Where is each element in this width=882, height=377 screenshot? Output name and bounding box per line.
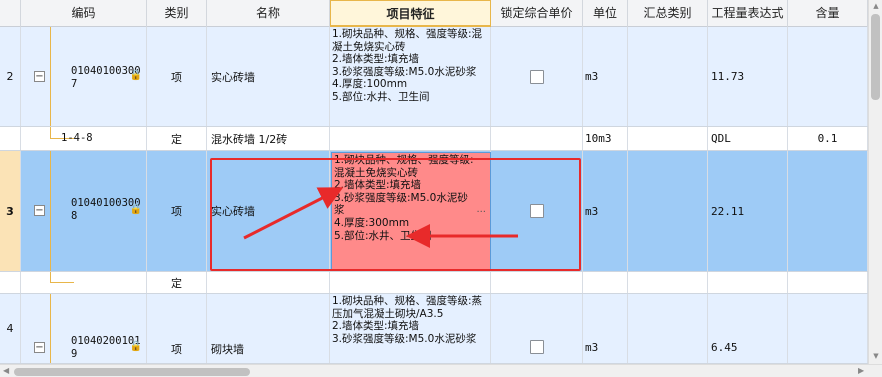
summary-category-cell[interactable] (628, 272, 708, 293)
scroll-left-icon[interactable]: ◀ (3, 366, 9, 375)
features-cell[interactable]: 1.砌块品种、规格、强度等级:蒸压加气混凝土砌块/A3.5 2.墙体类型:填充墙 3… (330, 294, 491, 363)
summary-category-cell[interactable] (628, 294, 708, 363)
summary-category-cell[interactable] (628, 127, 708, 150)
vertical-scrollbar[interactable]: ▲ ▼ (868, 0, 882, 364)
column-header-content[interactable]: 含量 (788, 0, 868, 27)
content-cell[interactable] (788, 272, 868, 293)
lock-price-cell (491, 272, 583, 293)
name-cell[interactable]: 混水砖墙 1/2砖 (207, 127, 330, 150)
lock-price-cell (491, 27, 583, 126)
quantity-expression-cell[interactable] (708, 272, 788, 293)
quantity-expression-cell[interactable]: 22.11 (708, 151, 788, 271)
type-cell: 定 (147, 127, 207, 150)
collapse-icon[interactable]: − (34, 71, 45, 82)
lock-price-cell (491, 294, 583, 363)
lock-price-cell (491, 127, 583, 150)
row-number: 2 (0, 27, 21, 126)
table-row[interactable]: 定 (0, 272, 868, 294)
column-header-type[interactable]: 类别 (147, 0, 207, 27)
tree-line (50, 282, 74, 283)
ellipsis-button[interactable]: ··· (476, 207, 486, 220)
code-cell[interactable] (21, 272, 147, 293)
column-header-lock-price[interactable]: 锁定综合单价 (491, 0, 583, 27)
content-cell[interactable] (788, 294, 868, 363)
features-cell-active[interactable]: 1.砌块品种、规格、强度等级:混凝土免烧实心砖 2.墙体类型:填充墙 3.砂浆强度等… (331, 152, 491, 270)
lock-price-checkbox[interactable] (529, 69, 544, 84)
content-cell[interactable] (788, 27, 868, 126)
code-text: 1-4-8 (61, 132, 93, 144)
table-row[interactable]: 4 − 01040200101 9 🔒 项 砌块墙 1.砌块品种、规格、强度等级:… (0, 294, 868, 364)
features-cell[interactable] (330, 272, 491, 293)
scroll-down-icon[interactable]: ▼ (871, 352, 881, 360)
lock-icon: 🔒 (129, 204, 142, 215)
unit-cell[interactable]: m3 (583, 151, 628, 271)
name-cell[interactable]: 砌块墙 (207, 294, 330, 363)
quantity-expression-cell[interactable]: 6.45 (708, 294, 788, 363)
scroll-up-icon[interactable]: ▲ (871, 2, 881, 10)
scroll-right-icon[interactable]: ▶ (858, 366, 864, 375)
row-number (0, 272, 21, 293)
row-number (0, 127, 21, 150)
collapse-icon[interactable]: − (34, 205, 45, 216)
unit-cell[interactable]: m3 (583, 27, 628, 126)
type-cell: 项 (147, 294, 207, 363)
code-cell[interactable]: 1-4-8 (21, 127, 147, 150)
horizontal-scrollbar[interactable]: ◀ ▶ (0, 364, 882, 377)
lock-price-checkbox[interactable] (530, 340, 544, 354)
table-header: 编码 类别 名称 项目特征 锁定综合单价 单位 汇总类别 工程量表达式 含量 (0, 0, 868, 27)
table-row[interactable]: 1-4-8 定 混水砖墙 1/2砖 10m3 QDL 0.1 (0, 127, 868, 151)
horizontal-scroll-thumb[interactable] (14, 368, 250, 376)
summary-category-cell[interactable] (628, 151, 708, 271)
tree-line (50, 294, 51, 363)
lock-icon: 🔒 (129, 70, 142, 81)
lock-price-checkbox[interactable] (529, 204, 544, 218)
unit-cell[interactable]: 10m3 (583, 127, 628, 150)
column-header-features[interactable]: 项目特征 (330, 0, 491, 27)
type-cell: 项 (147, 151, 207, 271)
tree-line (50, 27, 51, 126)
content-cell[interactable]: 0.1 (788, 127, 868, 150)
type-cell: 定 (147, 272, 207, 293)
content-cell[interactable] (788, 151, 868, 271)
name-cell[interactable] (207, 272, 330, 293)
row-number-header (0, 0, 21, 27)
column-header-quantity-expression[interactable]: 工程量表达式 (708, 0, 788, 27)
lock-price-cell (491, 151, 583, 271)
features-cell[interactable]: 1.砌块品种、规格、强度等级:混凝土免烧实心砖 2.墙体类型:填充墙 3.砂浆强度等… (330, 27, 491, 126)
summary-category-cell[interactable] (628, 27, 708, 126)
column-header-summary-category[interactable]: 汇总类别 (628, 0, 708, 27)
column-header-code[interactable]: 编码 (21, 0, 147, 27)
unit-cell[interactable] (583, 272, 628, 293)
row-number: 3 (0, 151, 21, 271)
unit-cell[interactable]: m3 (583, 294, 628, 363)
collapse-icon[interactable]: − (34, 342, 45, 353)
row-number: 4 (0, 294, 21, 363)
quantity-expression-cell[interactable]: QDL (708, 127, 788, 150)
features-cell[interactable] (330, 127, 491, 150)
table-row[interactable]: 2 − 01040100300 7 🔒 项 实心砖墙 1.砌块品种、规格、强度等级… (0, 27, 868, 127)
vertical-scroll-thumb[interactable] (871, 14, 880, 100)
code-cell[interactable]: − 01040100300 8 🔒 (21, 151, 147, 271)
lock-icon: 🔒 (129, 341, 142, 352)
column-header-unit[interactable]: 单位 (583, 0, 628, 27)
code-cell[interactable]: − 01040200101 9 🔒 (21, 294, 147, 363)
type-cell: 项 (147, 27, 207, 126)
quantity-expression-cell[interactable]: 11.73 (708, 27, 788, 126)
tree-line (50, 151, 51, 271)
name-cell[interactable]: 实心砖墙 (207, 27, 330, 126)
code-cell[interactable]: − 01040100300 7 🔒 (21, 27, 147, 126)
name-cell[interactable]: 实心砖墙 (207, 151, 330, 271)
column-header-name[interactable]: 名称 (207, 0, 330, 27)
